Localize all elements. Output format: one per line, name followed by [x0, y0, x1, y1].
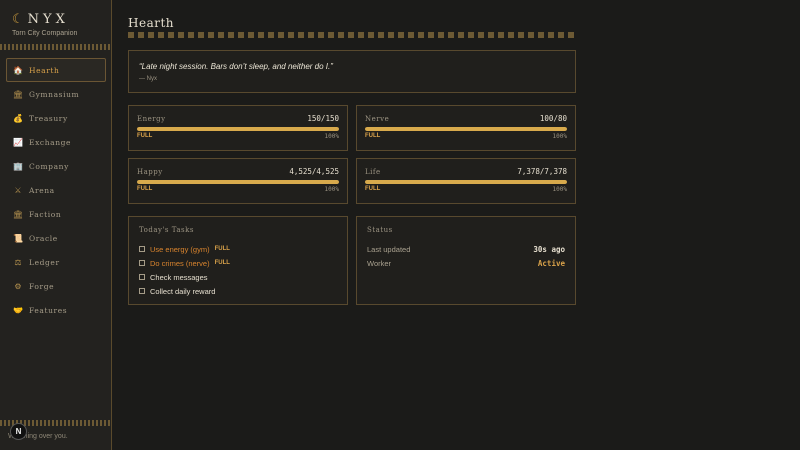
money-bag-icon: 💰: [13, 113, 23, 123]
sidebar-item-treasury[interactable]: 💰 Treasury: [6, 106, 106, 130]
progress-bar: [365, 180, 567, 184]
chart-icon: 📈: [13, 137, 23, 147]
stat-name: Life: [365, 167, 381, 176]
status-row: Last updated 30s ago: [367, 242, 565, 256]
gear-icon: ⚙: [14, 281, 22, 291]
panel-title: Status: [367, 226, 393, 234]
task-label: Do crimes (nerve): [150, 258, 210, 268]
status-panel: Status Last updated 30s ago Worker Activ…: [356, 216, 576, 305]
sidebar: ☾ NYX Torn City Companion 🏠 Hearth 🏛 Gym…: [0, 0, 112, 450]
progress-fill: [137, 180, 339, 184]
task-label: Collect daily reward: [150, 286, 216, 296]
stat-state: FULL: [365, 133, 381, 139]
progress-bar: [137, 127, 339, 131]
task-item[interactable]: Check messages: [139, 270, 337, 284]
scroll-icon: 📜: [13, 233, 23, 243]
sidebar-item-exchange[interactable]: 📈 Exchange: [6, 130, 106, 154]
sidebar-item-label: Treasury: [29, 113, 68, 123]
progress-fill: [365, 127, 567, 131]
sidebar-item-oracle[interactable]: 📜 Oracle: [6, 226, 106, 250]
stat-name: Energy: [137, 114, 166, 123]
task-checkbox[interactable]: [139, 274, 145, 280]
brand-name: NYX: [27, 12, 69, 27]
sidebar-item-label: Features: [29, 305, 68, 315]
stat-card-nerve: Nerve 100/80 FULL 100%: [356, 105, 576, 151]
stat-percent: 100%: [324, 133, 339, 140]
status-key: Last updated: [367, 244, 411, 254]
stat-state: FULL: [137, 133, 153, 139]
stat-percent: 100%: [552, 133, 567, 140]
brand[interactable]: ☾ NYX: [12, 12, 69, 27]
brand-subtitle: Torn City Companion: [12, 30, 78, 37]
sidebar-item-company[interactable]: 🏢 Company: [6, 154, 106, 178]
task-tag: FULL: [214, 246, 230, 252]
sidebar-nav: 🏠 Hearth 🏛 Gymnasium 💰 Treasury 📈 Exchan…: [6, 58, 106, 322]
stat-value: 7,378/7,378: [517, 167, 567, 176]
status-key: Worker: [367, 258, 392, 268]
tasks-panel: Today's Tasks Use energy (gym) FULL Do c…: [128, 216, 348, 305]
sidebar-item-label: Oracle: [29, 233, 58, 243]
progress-fill: [137, 127, 339, 131]
sidebar-item-arena[interactable]: ⚔ Arena: [6, 178, 106, 202]
crescent-moon-icon: ☾: [12, 12, 24, 27]
task-item[interactable]: Do crimes (nerve) FULL: [139, 256, 337, 270]
sidebar-item-faction[interactable]: 🏛 Faction: [6, 202, 106, 226]
gym-icon: 🏛: [12, 89, 24, 99]
divider: [0, 44, 111, 50]
sidebar-item-gymnasium[interactable]: 🏛 Gymnasium: [6, 82, 106, 106]
sidebar-item-features[interactable]: 🤝 Features: [6, 298, 106, 322]
dev-badge[interactable]: N: [10, 423, 27, 440]
quote-card: “Late night session. Bars don’t sleep, a…: [128, 50, 576, 93]
progress-bar: [365, 127, 567, 131]
sidebar-item-ledger[interactable]: ⚖ Ledger: [6, 250, 106, 274]
task-checkbox[interactable]: [139, 246, 145, 252]
sidebar-item-label: Company: [29, 161, 69, 171]
task-item[interactable]: Collect daily reward: [139, 284, 337, 298]
quote-text: “Late night session. Bars don’t sleep, a…: [139, 62, 333, 71]
stat-card-energy: Energy 150/150 FULL 100%: [128, 105, 348, 151]
task-label: Check messages: [150, 272, 208, 282]
handshake-icon: 🤝: [13, 305, 23, 315]
sidebar-item-hearth[interactable]: 🏠 Hearth: [6, 58, 106, 82]
task-checkbox[interactable]: [139, 288, 145, 294]
stat-name: Nerve: [365, 114, 390, 123]
panel-title: Today's Tasks: [139, 226, 194, 234]
stat-state: FULL: [365, 186, 381, 192]
stat-percent: 100%: [552, 186, 567, 193]
swords-icon: ⚔: [14, 185, 22, 195]
stat-name: Happy: [137, 167, 163, 176]
sidebar-item-label: Gymnasium: [29, 89, 80, 99]
sidebar-item-label: Faction: [29, 209, 62, 219]
sidebar-item-label: Hearth: [29, 65, 60, 75]
task-checkbox[interactable]: [139, 260, 145, 266]
stat-value: 150/150: [307, 114, 339, 123]
stat-state: FULL: [137, 186, 153, 192]
sidebar-item-label: Forge: [29, 281, 55, 291]
stat-percent: 100%: [324, 186, 339, 193]
building-icon: 🏢: [13, 161, 23, 171]
home-icon: 🏠: [13, 65, 23, 75]
stat-value: 100/80: [539, 114, 567, 123]
stat-card-happy: Happy 4,525/4,525 FULL 100%: [128, 158, 348, 204]
task-label: Use energy (gym): [150, 244, 210, 254]
progress-fill: [365, 180, 567, 184]
page-title: Hearth: [128, 16, 175, 30]
task-item[interactable]: Use energy (gym) FULL: [139, 242, 337, 256]
stat-value: 4,525/4,525: [289, 167, 339, 176]
temple-icon: 🏛: [12, 209, 24, 219]
quote-author: — Nyx: [139, 76, 157, 82]
divider: [128, 32, 576, 38]
status-row: Worker Active: [367, 256, 565, 270]
task-tag: FULL: [214, 260, 230, 266]
sidebar-item-forge[interactable]: ⚙ Forge: [6, 274, 106, 298]
progress-bar: [137, 180, 339, 184]
sidebar-item-label: Arena: [29, 185, 55, 195]
sidebar-item-label: Ledger: [29, 257, 60, 267]
sidebar-item-label: Exchange: [29, 137, 72, 147]
stat-card-life: Life 7,378/7,378 FULL 100%: [356, 158, 576, 204]
status-value: 30s ago: [533, 244, 565, 254]
scales-icon: ⚖: [14, 257, 22, 267]
status-value: Active: [537, 258, 565, 268]
